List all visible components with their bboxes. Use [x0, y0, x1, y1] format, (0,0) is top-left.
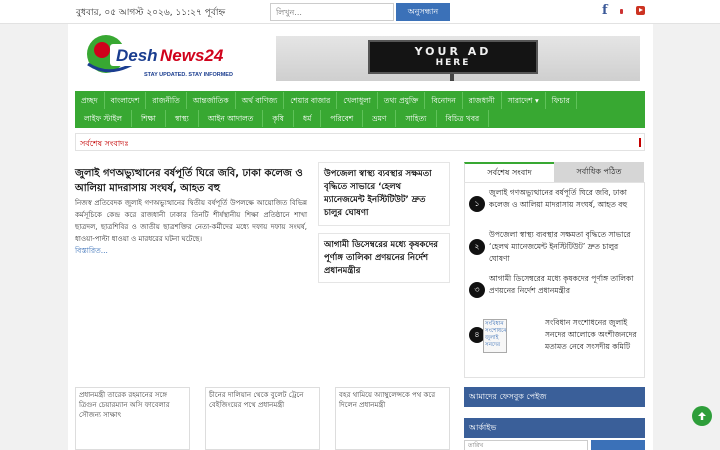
thumbnail-alt-text: প্রধানমন্ত্রী তারেক রহমানের সঙ্গে ত্রিগু…: [79, 391, 170, 419]
nav-item[interactable]: বাংলাদেশ: [105, 92, 147, 109]
ticker-marker: [639, 138, 641, 147]
nav-item[interactable]: স্বাস্থ্য: [166, 110, 199, 127]
nav-item[interactable]: আইন আদালত: [199, 110, 264, 127]
facebook-icon[interactable]: f: [602, 3, 608, 18]
story-thumbnail[interactable]: চীনের দালিয়ান থেকে বুলেট ট্রেনে বেইজিংয…: [205, 387, 320, 450]
ad-text-line1: YOUR AD: [414, 45, 492, 58]
nav-item[interactable]: রাজনীতি: [146, 92, 187, 109]
list-item[interactable]: ১ জুলাই গণঅভ্যুত্থানের বর্ষপূর্তি ঘিরে জ…: [465, 185, 644, 223]
thumbnail-alt-text: চীনের দালিয়ান থেকে বুলেট ট্রেনে বেইজিংয…: [209, 391, 304, 409]
mid-story-title[interactable]: উপজেলা স্বাস্থ্য ব্যবস্থার সক্ষমতা বৃদ্ধ…: [319, 163, 449, 225]
item-thumbnail-image[interactable]: সংবিধান সংশোধনের জুলাই সনদের: [483, 319, 507, 353]
lead-story-excerpt: নিজস্ব প্রতিবেদক জুলাই গণঅভ্যুত্থানের দ্…: [75, 199, 307, 243]
mid-story-card[interactable]: আগামী ডিসেম্বরের মধ্যে কৃষকদের পূর্ণাঙ্গ…: [318, 233, 450, 283]
story-thumbnail[interactable]: বহর থামিয়ে অ্যাম্বুলেন্সকে পথ করে দিলেন…: [335, 387, 450, 450]
item-title[interactable]: উপজেলা স্বাস্থ্য ব্যবস্থার সক্ষমতা বৃদ্ধ…: [489, 229, 639, 265]
list-item[interactable]: ৪ সংবিধান সংশোধনের জুলাই সনদের সংবিধান স…: [465, 315, 644, 375]
news-ticker: সর্বশেষ সংবাদঃ: [75, 133, 645, 151]
item-title[interactable]: জুলাই গণঅভ্যুত্থানের বর্ষপূর্তি ঘিরে জবি…: [489, 187, 639, 211]
item-title[interactable]: আগামী ডিসেম্বরের মধ্যে কৃষকদের পূর্ণাঙ্গ…: [489, 273, 639, 297]
top-bar: বুধবার, ০৫ আগস্ট ২০২৬, ১১:২৭ পূর্বাহ্ন অ…: [0, 0, 720, 24]
nav-item[interactable]: লাইফ স্টাইল: [75, 110, 133, 127]
nav-item[interactable]: বিচিত্র খবর: [437, 110, 490, 127]
logo-name-suffix: News24: [160, 46, 224, 65]
story-thumbnail[interactable]: প্রধানমন্ত্রী তারেক রহমানের সঙ্গে ত্রিগু…: [75, 387, 190, 450]
item-number: ২: [469, 239, 485, 255]
search-input[interactable]: [270, 3, 394, 21]
tab-most-read[interactable]: সর্বাধিক পঠিত: [554, 162, 644, 182]
read-more-link[interactable]: বিস্তারিত...: [75, 246, 108, 258]
site-logo[interactable]: Desh News24 STAY UPDATED. STAY INFORMED: [82, 30, 252, 82]
ticker-label: সর্বশেষ সংবাদঃ: [80, 139, 129, 148]
ad-pole: [450, 74, 454, 81]
nav-item[interactable]: প্রচ্ছদ: [75, 92, 105, 109]
item-number: ৩: [469, 282, 485, 298]
nav-item[interactable]: খেলাধুলা: [337, 92, 378, 109]
current-date: বুধবার, ০৫ আগস্ট ২০২৬, ১১:২৭ পূর্বাহ্ন: [76, 8, 226, 18]
lead-story-title[interactable]: জুলাই গণঅভ্যুত্থানের বর্ষপূর্তি ঘিরে জবি…: [75, 166, 307, 196]
list-item[interactable]: ৩ আগামী ডিসেম্বরের মধ্যে কৃষকদের পূর্ণাঙ…: [465, 271, 644, 307]
nav-item[interactable]: সারাদেশ ▾: [502, 92, 546, 109]
sidebar-tab-panel: ১ জুলাই গণঅভ্যুত্থানের বর্ষপূর্তি ঘিরে জ…: [464, 182, 645, 378]
nav-row-secondary: লাইফ স্টাইল শিক্ষা স্বাস্থ্য আইন আদালত কৃষি ধ…: [75, 110, 490, 128]
back-to-top-button[interactable]: [692, 406, 712, 426]
archive-date-input[interactable]: [464, 440, 588, 450]
ad-billboard: YOUR AD HERE: [368, 40, 538, 74]
nav-item[interactable]: শেয়ার বাজার: [284, 92, 338, 109]
item-title[interactable]: সংবিধান সংশোধনের জুলাই সনদের আলোকে অংশীজ…: [545, 317, 641, 353]
logo-tagline: STAY UPDATED. STAY INFORMED: [144, 72, 233, 78]
youtube-icon[interactable]: [636, 6, 645, 15]
nav-item[interactable]: সাহিত্য: [396, 110, 437, 127]
nav-item[interactable]: শিক্ষা: [132, 110, 166, 127]
nav-item[interactable]: বিনোদন: [425, 92, 463, 109]
mid-story-title[interactable]: আগামী ডিসেম্বরের মধ্যে কৃষকদের পূর্ণাঙ্গ…: [319, 234, 449, 283]
ad-text-line2: HERE: [435, 58, 471, 68]
logo-red-dot: [94, 42, 110, 58]
nav-item[interactable]: আন্তর্জাতিক: [187, 92, 236, 109]
twitter-icon[interactable]: [620, 9, 623, 14]
thumbnail-alt-text: বহর থামিয়ে অ্যাম্বুলেন্সকে পথ করে দিলেন…: [339, 391, 436, 409]
search-button[interactable]: অনুসন্ধান: [396, 3, 450, 21]
item-number: ১: [469, 196, 485, 212]
nav-item[interactable]: পরিবেশ: [321, 110, 364, 127]
nav-item[interactable]: রাজধানী: [463, 92, 502, 109]
logo-name-prefix: Desh: [116, 46, 158, 65]
nav-item[interactable]: ধর্ম: [294, 110, 322, 127]
mid-story-card[interactable]: উপজেলা স্বাস্থ্য ব্যবস্থার সক্ষমতা বৃদ্ধ…: [318, 162, 450, 226]
nav-item[interactable]: কৃষি: [263, 110, 294, 127]
nav-row-primary: প্রচ্ছদ বাংলাদেশ রাজনীতি আন্তর্জাতিক অর্থ বা…: [75, 92, 577, 110]
main-nav: প্রচ্ছদ বাংলাদেশ রাজনীতি আন্তর্জাতিক অর্থ বা…: [75, 91, 645, 128]
tab-latest[interactable]: সর্বশেষ সংবাদ: [464, 162, 554, 182]
list-item[interactable]: ২ উপজেলা স্বাস্থ্য ব্যবস্থার সক্ষমতা বৃদ…: [465, 229, 644, 269]
nav-item[interactable]: তথ্য প্রযুক্তি: [378, 92, 426, 109]
archive-search-button[interactable]: [591, 440, 645, 450]
nav-item[interactable]: ভ্রমণ: [363, 110, 397, 127]
sidebar-tabs: সর্বশেষ সংবাদ সর্বাধিক পঠিত: [464, 162, 645, 182]
ad-banner[interactable]: YOUR AD HERE: [276, 36, 640, 81]
facebook-widget-title: আমাদের ফেসবুক পেইজ: [464, 387, 645, 407]
nav-item[interactable]: অর্থ বাণিজ্য: [236, 92, 285, 109]
arrow-up-icon: [698, 412, 706, 420]
nav-item[interactable]: ফিচার: [546, 92, 577, 109]
archive-widget-title: আর্কাইভ: [464, 418, 645, 438]
